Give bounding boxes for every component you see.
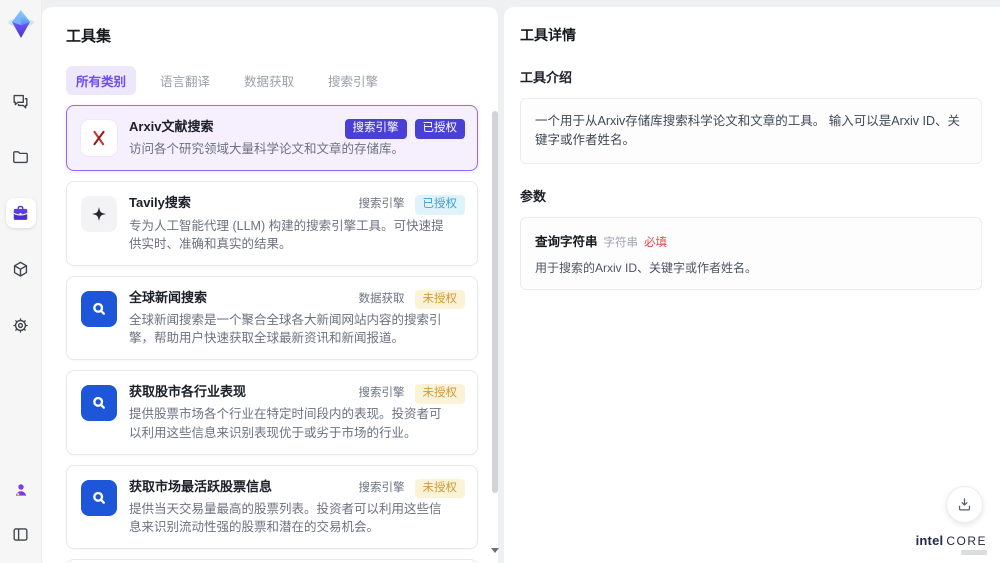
gear-icon[interactable] [6,310,36,340]
tool-name: Arxiv文献搜索 [129,119,214,134]
tool-description: 专为人工智能代理 (LLM) 构建的搜索引擎工具。可快速提供实时、准确和真实的结… [129,218,444,251]
auth-badge: 已授权 [414,119,465,139]
blue-search-icon [81,385,117,422]
tool-description: 全球新闻搜索是一个聚合全球各大新闻网站内容的搜索引擎，帮助用户快速获取全球最新资… [129,312,442,346]
tools-panel: 工具集 所有类别 语言翻译 数据获取 搜索引擎 Arxiv文献搜索 访问各个研究… [42,7,499,563]
app-logo-icon[interactable] [5,8,37,40]
tool-card-tavily[interactable]: Tavily搜索 专为人工智能代理 (LLM) 构建的搜索引擎工具。可快速提供实… [66,181,478,266]
download-button[interactable] [946,486,983,523]
param-item: 查询字符串 字符串 必填 用于搜索的Arxiv ID、关键字或作者姓名。 [520,216,982,290]
tool-card-active-stocks[interactable]: 获取市场最活跃股票信息 提供当天交易量最高的股票列表。投资者可以利用这些信息来识… [66,464,478,550]
tool-details-panel: 工具详情 工具介绍 一个用于从Arxiv存储库搜索科学论文和文章的工具。 输入可… [504,7,1000,563]
auth-badge: 已授权 [414,195,465,215]
intel-wordmark: intel [915,533,944,548]
category-badge: 搜索引擎 [358,198,405,211]
tool-description: 提供股票市场各个行业在特定时间段内的表现。投资者可以利用这些信息来识别表现优于或… [129,407,442,440]
download-icon [958,498,971,511]
sidebar [0,0,42,563]
tool-card-arxiv[interactable]: Arxiv文献搜索 访问各个研究领域大量科学论文和文章的存储库。 搜索引擎 已授… [66,105,478,172]
category-badge: 搜索引擎 [358,387,405,400]
tool-card-sector-performance[interactable]: 获取股市各行业表现 提供股票市场各个行业在特定时间段内的表现。投资者可以利用这些… [66,370,478,455]
category-tabs: 所有类别 语言翻译 数据获取 搜索引擎 [66,66,498,95]
tab-language-translation[interactable]: 语言翻译 [150,66,220,95]
tool-list: Arxiv文献搜索 访问各个研究领域大量科学论文和文章的存储库。 搜索引擎 已授… [66,105,499,563]
category-badge: 搜索引擎 [358,481,405,494]
intro-heading: 工具介绍 [520,70,573,85]
blue-search-icon [81,290,117,327]
scrollbar-down-arrow[interactable] [491,548,499,553]
content-area: 工具集 所有类别 语言翻译 数据获取 搜索引擎 Arxiv文献搜索 访问各个研究… [42,0,1000,563]
app-window: 工具集 所有类别 语言翻译 数据获取 搜索引擎 Arxiv文献搜索 访问各个研究… [0,0,1000,563]
panel-toggle-icon[interactable] [6,519,36,549]
tool-card-region-news[interactable]: 万维地区新闻查询 查询具体行政区划内的新闻，快速了解各地新闻动 搜索引擎 未授权 [66,559,478,563]
auth-badge: 未授权 [414,478,465,499]
param-description: 用于搜索的Arxiv ID、关键字或作者姓名。 [535,260,758,275]
tavily-star-icon [81,196,117,233]
auth-badge: 未授权 [414,384,465,404]
tool-description: 提供当天交易量最高的股票列表。投资者可以利用这些信息来识别流动性强的股票和潜在的… [129,501,442,534]
details-title: 工具详情 [520,27,576,43]
intel-sub-mark [961,550,987,555]
intel-core-logo: intel CORE [916,534,987,555]
intro-box: 一个用于从Arxiv存储库搜索科学论文和文章的工具。 输入可以是Arxiv ID… [520,98,982,164]
page-title: 工具集 [66,28,112,45]
param-type: 字符串 [603,236,639,249]
category-badge: 数据获取 [358,292,405,305]
param-required-badge: 必填 [644,236,668,249]
folder-icon[interactable] [6,142,36,172]
param-name: 查询字符串 [535,234,598,249]
tab-data-fetch[interactable]: 数据获取 [234,66,304,95]
blue-search-icon [81,479,117,516]
toolbox-icon[interactable] [5,198,36,228]
tab-search-engine[interactable]: 搜索引擎 [318,66,388,95]
params-heading: 参数 [520,188,547,204]
intro-text: 一个用于从Arxiv存储库搜索科学论文和文章的工具。 输入可以是Arxiv ID… [535,114,961,147]
user-icon[interactable] [6,475,36,505]
scrollbar-thumb[interactable] [492,111,498,493]
category-badge: 搜索引擎 [344,119,407,139]
tool-name: 获取股市各行业表现 [129,384,247,400]
tool-description: 访问各个研究领域大量科学论文和文章的存储库。 [129,142,405,157]
chat-icon[interactable] [6,86,36,116]
tab-all-categories[interactable]: 所有类别 [66,66,137,95]
tool-name: 获取市场最活跃股票信息 [129,478,273,494]
tool-name: 全球新闻搜索 [129,289,208,305]
tool-card-global-news[interactable]: 全球新闻搜索 全球新闻搜索是一个聚合全球各大新闻网站内容的搜索引擎，帮助用户快速… [66,275,478,361]
sidebar-nav [5,86,36,340]
tool-name: Tavily搜索 [129,195,191,211]
auth-badge: 未授权 [414,289,465,310]
sidebar-bottom [6,475,36,549]
list-scrollbar[interactable] [491,107,499,553]
cube-icon[interactable] [6,254,36,284]
core-wordmark: CORE [946,534,987,548]
arxiv-icon [81,120,117,156]
